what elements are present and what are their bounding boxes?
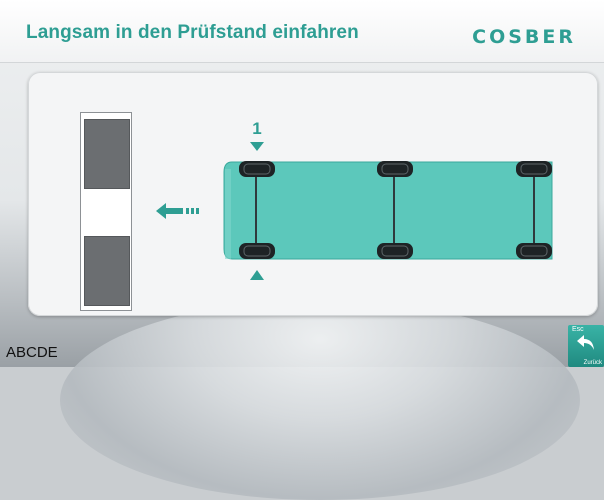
back-arrow-icon [577,335,594,350]
page-title: Langsam in den Prüfstand einfahren [26,22,359,43]
screen: Langsam in den Prüfstand einfahren COSBE… [0,0,604,500]
globe-background [60,300,580,500]
back-button[interactable]: Esc Zurück [568,325,604,367]
code-label: ABCDE [6,344,58,361]
roller-top [84,119,130,189]
esc-key-label: Esc [572,326,584,333]
roller-bottom [84,236,130,306]
vehicle-diagram [223,161,553,260]
brand-logo: COSBER [472,26,576,48]
back-button-label: Zurück [583,360,602,366]
header-bar: Langsam in den Prüfstand einfahren COSBE… [0,0,604,63]
arrow-left-icon [156,203,199,219]
test-stand [80,112,132,311]
